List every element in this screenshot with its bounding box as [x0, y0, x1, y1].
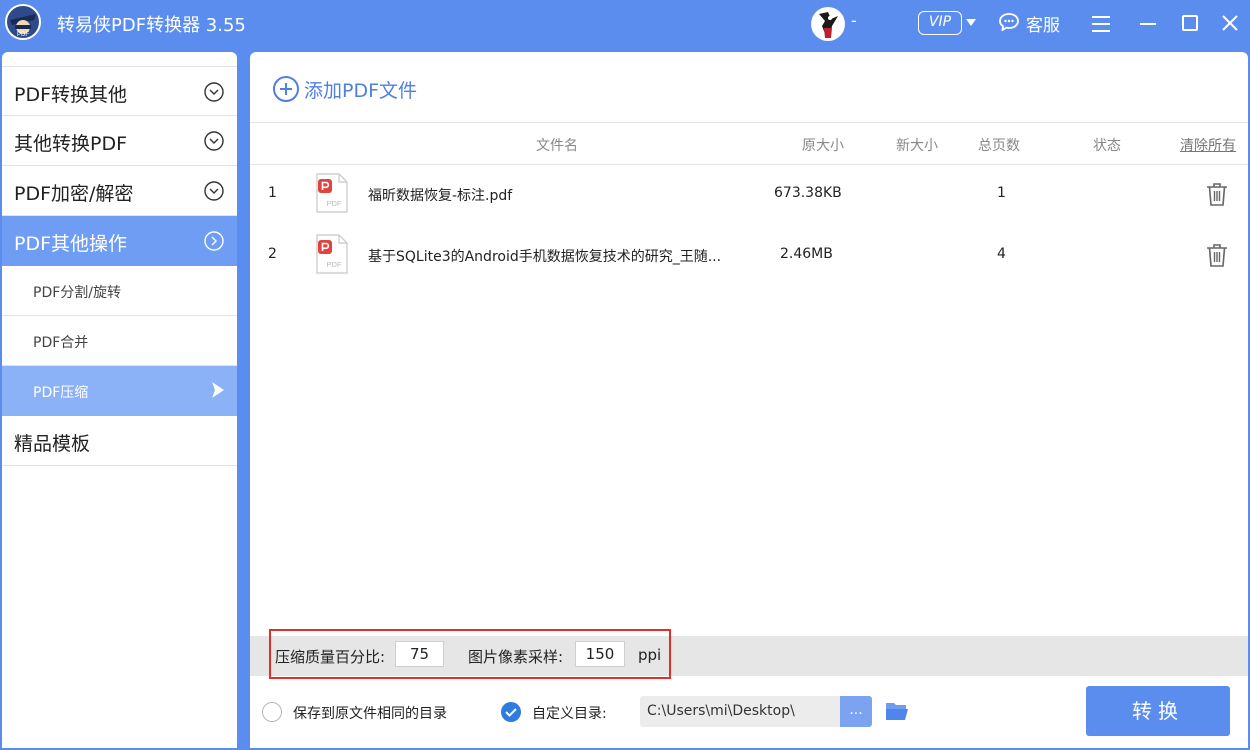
row-filename: 福昕数据恢复-标注.pdf [368, 188, 513, 204]
row-index: 2 [268, 246, 277, 262]
service-label[interactable]: 客服 [1026, 11, 1060, 36]
sidebar-item-pdf-to-other[interactable]: PDF转换其他 [2, 66, 237, 116]
row-original-size: 2.46MB [780, 246, 833, 262]
main-panel: 添加PDF文件 文件名 原大小 新大小 总页数 状态 清除所有 1 PDF 福昕… [250, 52, 1248, 748]
clear-all-link[interactable]: 清除所有 [1180, 135, 1236, 155]
pdf-file-icon: PDF [316, 234, 348, 274]
output-path-field[interactable]: C:\Users\mi\Desktop\ [640, 696, 840, 727]
column-filename: 文件名 [536, 138, 578, 154]
convert-button[interactable]: 转换 [1086, 686, 1230, 736]
chat-bubble-icon[interactable] [999, 13, 1019, 31]
add-pdf-label: 添加PDF文件 [304, 79, 418, 102]
hamburger-icon[interactable] [1089, 12, 1113, 36]
user-name[interactable]: - [851, 11, 857, 30]
column-original-size: 原大小 [802, 138, 844, 154]
sidebar-subitem-merge[interactable]: PDF合并 [2, 316, 237, 366]
chevron-down-icon [204, 131, 224, 151]
sidebar-item-other-to-pdf[interactable]: 其他转换PDF [2, 116, 237, 166]
column-new-size: 新大小 [896, 138, 938, 154]
compression-settings-bar: 压缩质量百分比: 75 图片像素采样: 150 ppi [250, 629, 1248, 679]
svg-text:PDF: PDF [327, 260, 342, 269]
ppi-label: 图片像素采样: [468, 648, 564, 666]
sidebar-item-other-operations[interactable]: PDF其他操作 [2, 216, 237, 266]
app-title: 转易侠PDF转换器 3.55 [57, 15, 246, 36]
svg-text:PDF: PDF [17, 32, 29, 38]
column-pages: 总页数 [978, 138, 1020, 154]
column-status: 状态 [1093, 138, 1121, 154]
same-dir-radio[interactable] [262, 702, 282, 722]
ppi-unit: ppi [638, 646, 662, 664]
vip-badge[interactable]: VIP [918, 11, 962, 35]
sidebar-item-encrypt-decrypt[interactable]: PDF加密/解密 [2, 166, 237, 216]
sidebar-subitem-split-rotate[interactable]: PDF分割/旋转 [2, 266, 237, 316]
row-pages: 1 [997, 185, 1006, 201]
quality-input[interactable]: 75 [395, 641, 444, 667]
chevron-down-icon [204, 181, 224, 201]
ppi-input[interactable]: 150 [575, 641, 625, 667]
chevron-right-icon [204, 231, 224, 251]
maximize-icon[interactable] [1178, 12, 1202, 36]
browse-button[interactable]: ... [840, 696, 872, 727]
quality-label: 压缩质量百分比: [275, 648, 386, 666]
add-pdf-button[interactable]: 添加PDF文件 [272, 74, 417, 104]
sidebar-item-label: PDF加密/解密 [14, 183, 134, 205]
sidebar: PDF转换其他 其他转换PDF PDF加密/解密 PDF其他操作 PDF分割/旋… [2, 52, 237, 748]
table-row[interactable]: 2 PDF 基于SQLite3的Android手机数据恢复技术的研究_王随...… [250, 224, 1248, 284]
minimize-icon[interactable] [1136, 12, 1160, 36]
user-avatar[interactable] [810, 6, 846, 42]
close-icon[interactable] [1218, 12, 1242, 36]
sidebar-item-label: PDF转换其他 [14, 84, 128, 106]
sidebar-item-label: 精品模板 [14, 433, 91, 455]
sidebar-item-label: PDF其他操作 [14, 233, 128, 255]
title-bar: PDF 转易侠PDF转换器 3.55 - VIP 客服 [0, 0, 1250, 48]
row-filename: 基于SQLite3的Android手机数据恢复技术的研究_王随... [368, 249, 722, 265]
pdf-file-icon: PDF [316, 173, 348, 213]
same-dir-label[interactable]: 保存到原文件相同的目录 [293, 703, 447, 723]
sidebar-subitem-label: PDF合并 [33, 335, 89, 351]
trash-icon[interactable] [1206, 243, 1228, 267]
caret-down-icon[interactable] [966, 19, 976, 26]
row-index: 1 [268, 185, 277, 201]
arrow-right-icon [212, 382, 224, 398]
plus-circle-icon [273, 76, 299, 102]
file-table-header: 文件名 原大小 新大小 总页数 状态 清除所有 [250, 122, 1248, 165]
app-logo-icon: PDF [5, 4, 41, 40]
sidebar-item-templates[interactable]: 精品模板 [2, 416, 237, 466]
table-row[interactable]: 1 PDF 福昕数据恢复-标注.pdf 673.38KB 1 [250, 164, 1248, 224]
check-circle-icon[interactable] [500, 701, 522, 723]
svg-text:PDF: PDF [327, 199, 342, 208]
sidebar-subitem-label: PDF压缩 [33, 385, 89, 401]
trash-icon[interactable] [1206, 182, 1228, 206]
sidebar-item-label: 其他转换PDF [14, 133, 128, 155]
row-pages: 4 [997, 246, 1006, 262]
sidebar-subitem-compress[interactable]: PDF压缩 [2, 366, 237, 416]
sidebar-subitem-label: PDF分割/旋转 [33, 285, 121, 301]
chevron-down-icon [204, 82, 224, 102]
custom-dir-label[interactable]: 自定义目录: [532, 703, 607, 723]
folder-icon[interactable] [885, 701, 909, 721]
row-original-size: 673.38KB [774, 185, 842, 201]
